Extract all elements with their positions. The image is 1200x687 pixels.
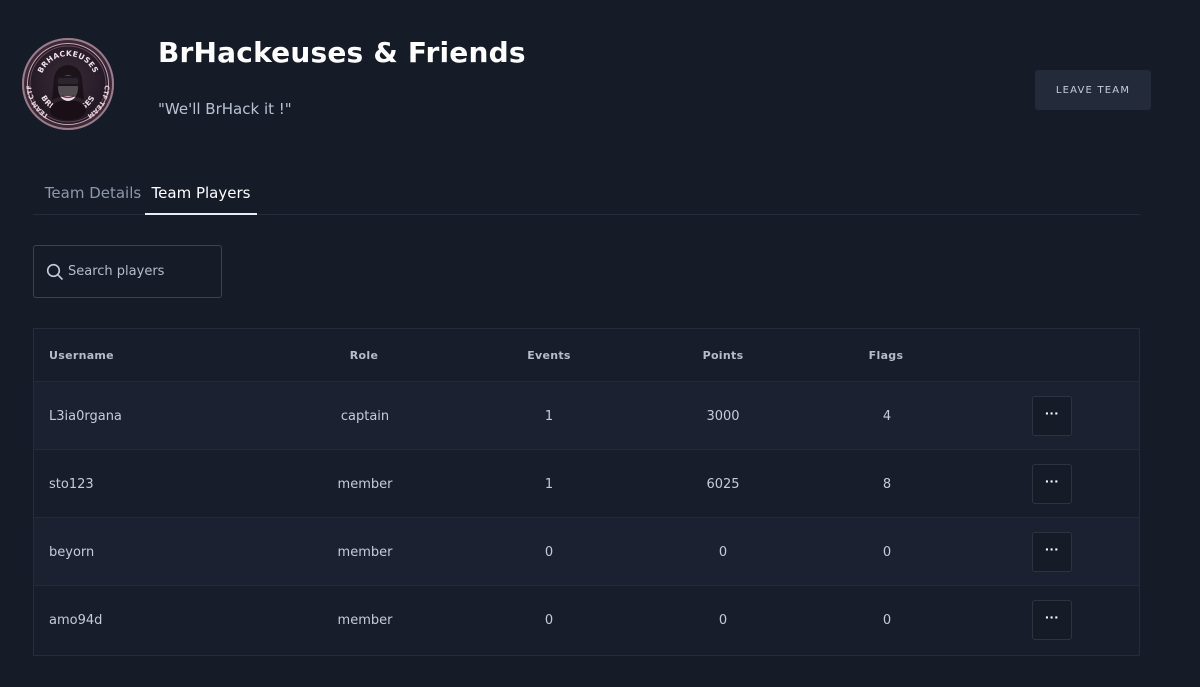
cell-username: sto123 (49, 477, 94, 492)
cell-flags: 0 (882, 545, 892, 560)
more-icon: ··· (1045, 473, 1059, 489)
table-row: beyorn member 0 0 0 ··· (34, 517, 1139, 586)
search-box[interactable] (33, 245, 222, 298)
cell-role: member (337, 613, 393, 628)
cell-role: member (337, 545, 393, 560)
cell-flags: 0 (882, 613, 892, 628)
table-row: L3ia0rgana captain 1 3000 4 ··· (34, 381, 1139, 450)
cell-username: beyorn (49, 545, 95, 560)
row-actions-button[interactable]: ··· (1032, 464, 1072, 504)
table-row: amo94d member 0 0 0 ··· (34, 585, 1139, 654)
row-actions-button[interactable]: ··· (1032, 396, 1072, 436)
search-icon (46, 263, 63, 280)
table-header: Username Role Events Points Flags (34, 329, 1139, 381)
cell-role: member (337, 477, 393, 492)
header-username: Username (49, 349, 114, 362)
team-name: BrHackeuses & Friends (158, 36, 526, 69)
table-row: sto123 member 1 6025 8 ··· (34, 449, 1139, 518)
leave-team-button[interactable]: LEAVE TEAM (1035, 70, 1151, 110)
cell-role: captain (340, 409, 390, 424)
cell-points: 6025 (706, 477, 740, 492)
search-players-input[interactable] (68, 246, 216, 297)
cell-username: amo94d (49, 613, 103, 628)
header-points: Points (702, 349, 744, 362)
cell-flags: 4 (882, 409, 892, 424)
more-icon: ··· (1045, 405, 1059, 421)
cell-points: 0 (718, 545, 728, 560)
header-flags: Flags (868, 349, 904, 362)
team-page: BRHACKEUSES BRHACKEUSES TEAM CTF CTF TEA… (0, 0, 1200, 687)
cell-points: 0 (718, 613, 728, 628)
cell-username: L3ia0rgana (49, 409, 122, 424)
team-motto: "We'll BrHack it !" (158, 100, 292, 118)
team-tabs: Team Details Team Players (33, 178, 1140, 215)
header-events: Events (527, 349, 571, 362)
cell-events: 1 (544, 409, 554, 424)
row-actions-button[interactable]: ··· (1032, 532, 1072, 572)
team-logo-artwork: BRHACKEUSES BRHACKEUSES TEAM CTF CTF TEA… (25, 45, 111, 123)
more-icon: ··· (1045, 541, 1059, 557)
tab-team-details[interactable]: Team Details (35, 178, 151, 213)
header-role: Role (349, 349, 379, 362)
cell-flags: 8 (882, 477, 892, 492)
more-icon: ··· (1045, 609, 1059, 625)
cell-events: 0 (544, 545, 554, 560)
cell-events: 0 (544, 613, 554, 628)
tab-team-players[interactable]: Team Players (145, 178, 257, 215)
cell-events: 1 (544, 477, 554, 492)
row-actions-button[interactable]: ··· (1032, 600, 1072, 640)
players-table: Username Role Events Points Flags L3ia0r… (33, 328, 1140, 656)
team-logo: BRHACKEUSES BRHACKEUSES TEAM CTF CTF TEA… (22, 38, 114, 130)
cell-points: 3000 (706, 409, 740, 424)
